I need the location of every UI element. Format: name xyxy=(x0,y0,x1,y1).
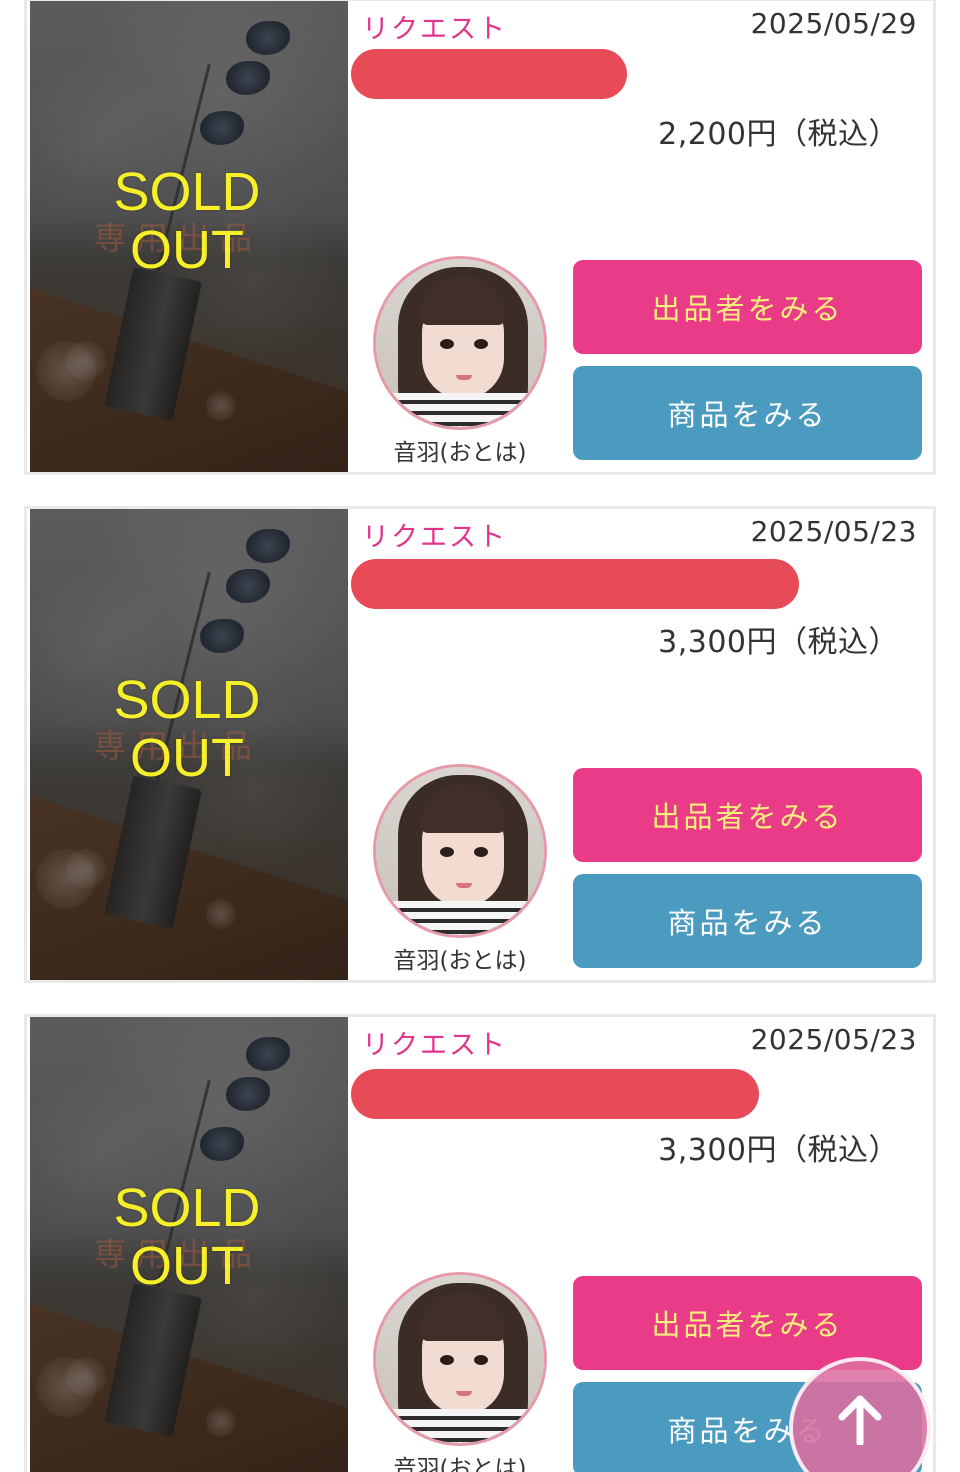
listing-date: 2025/05/29 xyxy=(750,7,917,40)
product-thumbnail[interactable]: 専用出品 SOLD OUT xyxy=(30,509,348,980)
seller-name[interactable]: 音羽(おとは) xyxy=(385,433,535,467)
title-redaction xyxy=(351,1069,759,1119)
sold-out-badge: SOLD OUT xyxy=(113,1178,261,1296)
sold-out-badge: SOLD OUT xyxy=(113,162,261,280)
listing-date: 2025/05/23 xyxy=(750,515,917,548)
price: 3,300円（税込） xyxy=(658,625,899,660)
view-item-button[interactable]: 商品をみる xyxy=(573,874,922,968)
listing-card[interactable]: 専用出品 SOLD OUT リクエスト 2025/05/23 3,300円（税込）… xyxy=(24,506,936,983)
listing-page: 専用出品 SOLD OUT リクエスト 2025/05/29 2,200円（税込）… xyxy=(0,0,960,1472)
category-tag: リクエスト xyxy=(362,14,507,45)
title-redaction xyxy=(351,49,627,99)
seller-avatar[interactable] xyxy=(373,764,547,938)
sold-out-badge: SOLD OUT xyxy=(113,670,261,788)
seller-name[interactable]: 音羽(おとは) xyxy=(385,941,535,975)
arrow-up-icon xyxy=(838,1395,882,1445)
view-seller-button[interactable]: 出品者をみる xyxy=(573,1276,922,1370)
seller-avatar[interactable] xyxy=(373,256,547,430)
product-thumbnail[interactable]: 専用出品 SOLD OUT xyxy=(30,1017,348,1472)
price: 3,300円（税込） xyxy=(658,1133,899,1168)
product-thumbnail[interactable]: 専用出品 SOLD OUT xyxy=(30,1,348,472)
price: 2,200円（税込） xyxy=(658,117,899,152)
category-tag: リクエスト xyxy=(362,1030,507,1061)
title-redaction xyxy=(351,559,799,609)
seller-avatar[interactable] xyxy=(373,1272,547,1446)
view-seller-button[interactable]: 出品者をみる xyxy=(573,260,922,354)
seller-name[interactable]: 音羽(おとは) xyxy=(385,1449,535,1472)
listing-date: 2025/05/23 xyxy=(750,1023,917,1056)
listing-card[interactable]: 専用出品 SOLD OUT リクエスト 2025/05/29 2,200円（税込）… xyxy=(24,0,936,475)
view-seller-button[interactable]: 出品者をみる xyxy=(573,768,922,862)
category-tag: リクエスト xyxy=(362,522,507,553)
view-item-button[interactable]: 商品をみる xyxy=(573,366,922,460)
